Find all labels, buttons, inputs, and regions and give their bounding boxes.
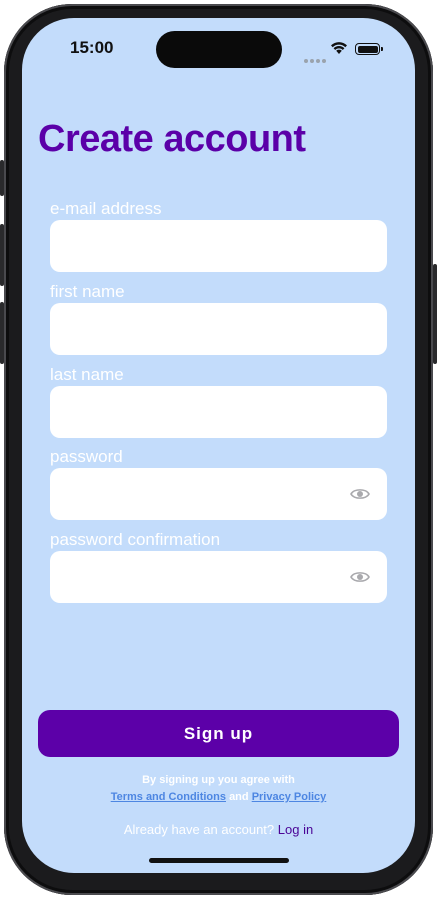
privacy-link[interactable]: Privacy Policy [252,791,327,803]
last-name-field[interactable] [50,386,387,438]
sign-up-button[interactable]: Sign up [38,710,399,757]
first-name-field[interactable] [50,303,387,355]
login-link[interactable]: Log in [278,822,313,837]
eye-icon[interactable] [350,487,370,501]
status-bar: 15:00 [22,18,415,78]
home-indicator[interactable] [149,858,289,863]
volume-up-button [0,224,4,286]
power-button [433,264,437,364]
dynamic-island [156,31,282,68]
wifi-icon [331,42,347,54]
email-label: e-mail address [50,199,162,218]
login-prompt: Already have an account? [123,822,275,837]
terms-links-row: Terms and Conditions and Privacy Policy [22,791,415,803]
email-field[interactable] [50,220,387,272]
password-field[interactable] [50,468,387,520]
terms-link[interactable]: Terms and Conditions [111,791,226,803]
terms-notice: By signing up you agree with [142,774,295,786]
last-name-label: last name [50,365,124,384]
battery-icon [355,43,383,55]
password-confirmation-label: password confirmation [50,530,221,549]
password-confirmation-field[interactable] [50,551,387,603]
first-name-label: first name [50,282,125,301]
eye-icon[interactable] [350,570,370,584]
terms-and-text: and [229,791,249,803]
status-time: 15:00 [70,38,114,57]
action-button [0,160,4,196]
signal-icon [304,50,328,68]
login-row: Already have an account? Log in [22,822,415,837]
volume-down-button [0,302,4,364]
password-label: password [50,447,123,466]
app-screen: 15:00 Create account e-mail address firs… [22,18,415,873]
page-title: Create account [38,118,306,160]
